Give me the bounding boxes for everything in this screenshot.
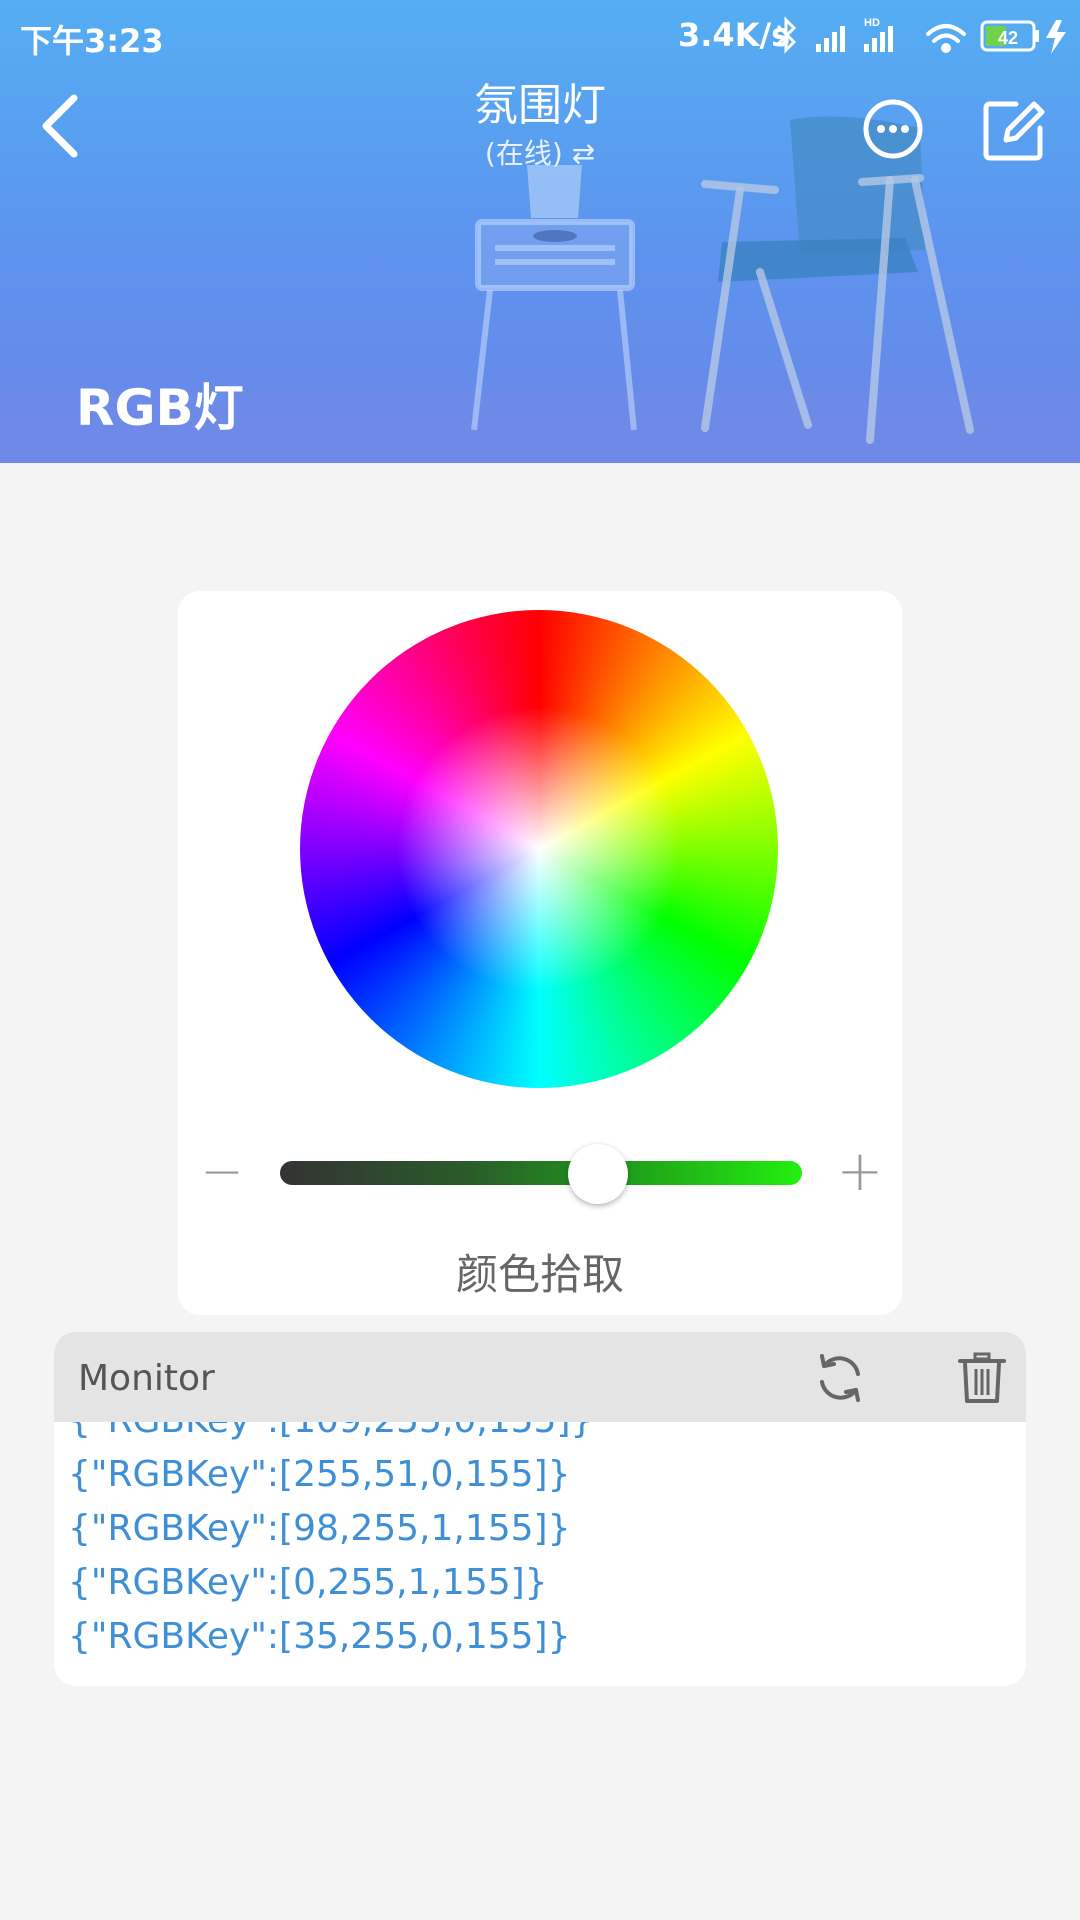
status-icons: HD 42 — [776, 16, 1066, 54]
edit-icon — [983, 101, 1045, 161]
page-title: 氛围灯 — [474, 80, 606, 131]
monitor-title: Monitor — [78, 1358, 215, 1399]
color-wheel[interactable] — [300, 610, 778, 1088]
status-bar: 下午3:23 3.4K/s HD 42 — [0, 0, 1080, 72]
log-list[interactable]: {"RGBKey":[109,255,0,155]} {"RGBKey":[25… — [68, 1422, 1012, 1672]
brightness-slider[interactable] — [280, 1161, 802, 1185]
log-line: {"RGBKey":[109,255,0,155]} — [68, 1422, 593, 1448]
wifi-icon — [926, 24, 966, 53]
signal-hd-icon — [864, 26, 893, 52]
battery-icon: 42 — [980, 20, 1039, 52]
refresh-icon — [820, 1354, 860, 1402]
signal-icon — [816, 26, 845, 52]
brightness-decrease-button[interactable]: − — [192, 1142, 252, 1202]
bluetooth-icon — [776, 16, 797, 54]
log-line: {"RGBKey":[98,255,1,155]} — [68, 1508, 571, 1549]
trash-icon — [958, 1352, 1006, 1403]
color-picker-card: − + 颜色拾取 — [178, 591, 902, 1315]
log-lines: {"RGBKey":[109,255,0,155]} {"RGBKey":[25… — [68, 1422, 593, 1664]
clear-log-button[interactable] — [954, 1350, 1010, 1406]
color-pick-label: 颜色拾取 — [455, 1250, 624, 1299]
device-name: RGB灯 — [76, 379, 244, 437]
brightness-increase-button[interactable]: + — [830, 1142, 890, 1202]
log-line: {"RGBKey":[255,51,0,155]} — [68, 1454, 571, 1495]
title-block: 氛围灯 (在线) ⇄ — [340, 78, 740, 174]
edit-button[interactable] — [974, 90, 1054, 170]
log-line: {"RGBKey":[0,255,1,155]} — [68, 1562, 548, 1603]
refresh-button[interactable] — [812, 1350, 868, 1406]
svg-text:HD: HD — [864, 17, 880, 29]
charging-icon — [1046, 20, 1066, 54]
monitor-panel: Monitor {"RGBKey":[109,255,0,155]} {"R — [54, 1332, 1026, 1686]
more-button[interactable] — [858, 94, 928, 164]
chevron-left-icon — [42, 94, 78, 158]
status-time: 下午3:23 — [20, 22, 164, 60]
more-circle-icon — [863, 99, 923, 159]
header-banner: 下午3:23 3.4K/s HD 42 氛围灯 (在线) ⇄ RGB灯 — [0, 0, 1080, 463]
battery-level: 42 — [998, 28, 1018, 48]
log-line: {"RGBKey":[35,255,0,155]} — [68, 1616, 571, 1657]
online-status: (在线) ⇄ — [484, 137, 596, 170]
back-button[interactable] — [20, 86, 100, 166]
monitor-header: Monitor — [54, 1332, 1026, 1422]
network-speed: 3.4K/s — [678, 16, 791, 54]
slider-handle[interactable] — [568, 1144, 629, 1204]
